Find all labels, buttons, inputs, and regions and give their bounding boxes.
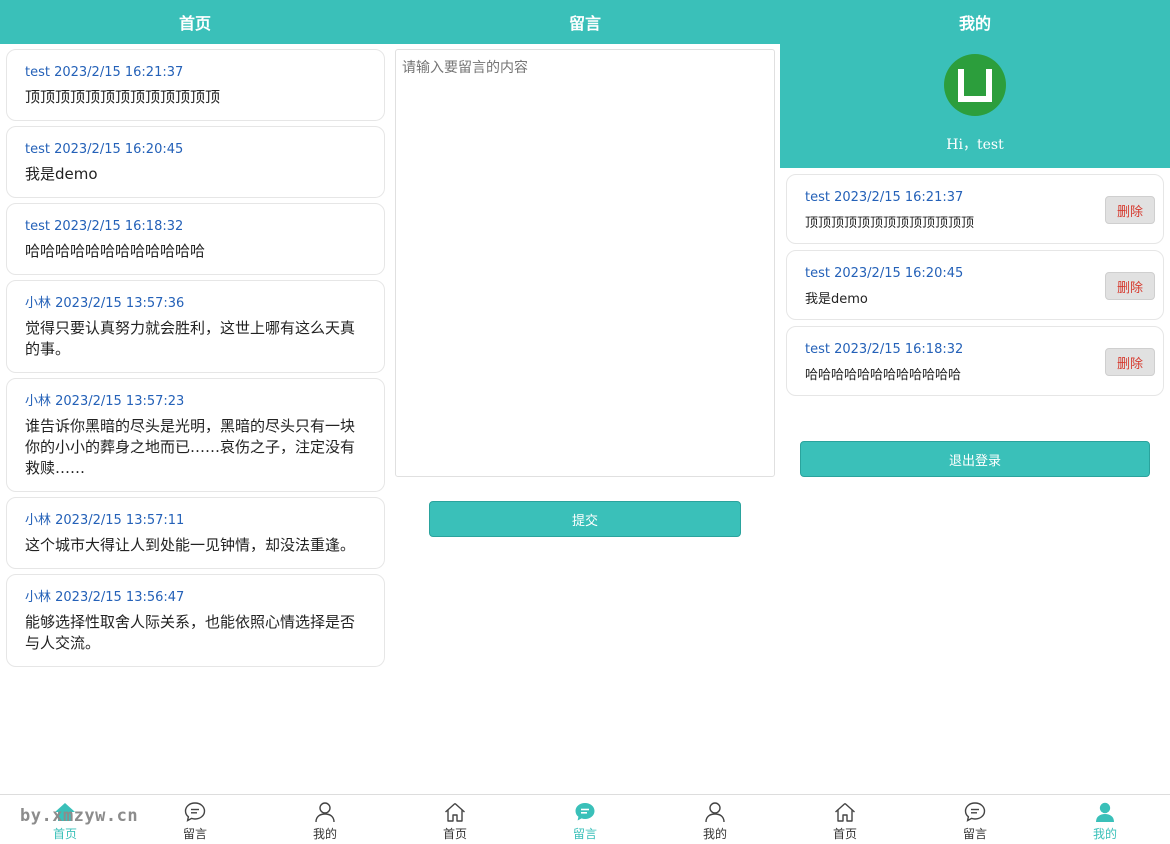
- message-screen: 留言 提交 首页 留言: [390, 0, 780, 844]
- post-list: test 2023/2/15 16:21:37 顶顶顶顶顶顶顶顶顶顶顶顶顶 te…: [0, 49, 390, 667]
- post-meta: test 2023/2/15 16:21:37: [805, 190, 964, 205]
- delete-button[interactable]: 删除: [1105, 272, 1155, 300]
- tab-label: 我的: [1092, 827, 1117, 841]
- post-content: 觉得只要认真努力就会胜利，这世上哪有这么天真的事。: [25, 319, 356, 358]
- post-content: 谁告诉你黑暗的尽头是光明，黑暗的尽头只有一块你的小小的葬身之地而已……哀伤之子，…: [25, 417, 356, 477]
- list-item[interactable]: 小林 2023/2/15 13:57:11 这个城市大得让人到处能一见钟情，却没…: [6, 497, 385, 569]
- list-item[interactable]: test 2023/2/15 16:21:37 顶顶顶顶顶顶顶顶顶顶顶顶顶: [6, 49, 385, 121]
- post-meta: test 2023/2/15 16:20:45: [805, 266, 964, 281]
- delete-button[interactable]: 删除: [1105, 196, 1155, 224]
- avatar: [944, 54, 1006, 116]
- post-content: 顶顶顶顶顶顶顶顶顶顶顶顶顶: [25, 88, 221, 106]
- home-icon: [835, 802, 855, 822]
- list-item[interactable]: test 2023/2/15 16:21:37 顶顶顶顶顶顶顶顶顶顶顶顶顶 删除: [786, 174, 1164, 244]
- home-icon: [445, 802, 465, 822]
- user-icon: [705, 802, 725, 823]
- list-item[interactable]: 小林 2023/2/15 13:57:36 觉得只要认真努力就会胜利，这世上哪有…: [6, 280, 385, 373]
- page-title: 我的: [780, 0, 1170, 44]
- post-content: 顶顶顶顶顶顶顶顶顶顶顶顶顶: [805, 216, 975, 231]
- user-icon: [315, 802, 335, 823]
- message-input[interactable]: [395, 49, 775, 477]
- post-meta: 小林 2023/2/15 13:57:36: [25, 296, 185, 311]
- post-meta: 小林 2023/2/15 13:57:11: [25, 513, 185, 528]
- post-content: 我是demo: [805, 292, 868, 307]
- tab-message[interactable]: 留言: [520, 795, 650, 844]
- post-content: 哈哈哈哈哈哈哈哈哈哈哈哈: [25, 242, 206, 260]
- list-item[interactable]: test 2023/2/15 16:20:45 我是demo: [6, 126, 385, 198]
- tab-mine[interactable]: 我的: [260, 795, 390, 844]
- message-icon: [964, 802, 986, 822]
- post-meta: test 2023/2/15 16:20:45: [25, 142, 184, 157]
- delete-button[interactable]: 删除: [1105, 348, 1155, 376]
- list-item[interactable]: 小林 2023/2/15 13:57:23 谁告诉你黑暗的尽头是光明，黑暗的尽头…: [6, 378, 385, 492]
- list-item[interactable]: test 2023/2/15 16:20:45 我是demo 删除: [786, 250, 1164, 320]
- tab-label: 留言: [572, 827, 597, 841]
- tab-bar: 首页 留言 我的: [780, 794, 1170, 844]
- greeting: Hi，test: [946, 137, 1004, 153]
- post-meta: 小林 2023/2/15 13:56:47: [25, 590, 185, 605]
- tab-message[interactable]: 留言: [130, 795, 260, 844]
- post-content: 哈哈哈哈哈哈哈哈哈哈哈哈: [805, 368, 962, 383]
- mine-screen: 我的 Hi，test test 2023/2/15 16:21:37 顶顶顶顶顶…: [780, 0, 1170, 844]
- tab-label: 首页: [442, 827, 467, 841]
- post-meta: test 2023/2/15 16:18:32: [805, 342, 964, 357]
- post-meta: test 2023/2/15 16:18:32: [25, 219, 184, 234]
- watermark: by.xmzyw.cn: [20, 806, 139, 826]
- user-icon: [1096, 802, 1114, 822]
- tab-home[interactable]: 首页: [780, 795, 910, 844]
- avatar-u-icon: [958, 69, 992, 102]
- page-title: 留言: [390, 0, 780, 44]
- tab-mine[interactable]: 我的: [650, 795, 780, 844]
- tab-label: 我的: [312, 827, 337, 841]
- tab-label: 首页: [52, 827, 77, 841]
- logout-button[interactable]: 退出登录: [800, 441, 1150, 477]
- tab-bar: 首页 留言 我的: [390, 794, 780, 844]
- submit-button[interactable]: 提交: [429, 501, 741, 537]
- tab-label: 首页: [832, 827, 857, 841]
- my-post-list: test 2023/2/15 16:21:37 顶顶顶顶顶顶顶顶顶顶顶顶顶 删除…: [780, 174, 1170, 396]
- profile-header: Hi，test: [780, 44, 1170, 168]
- message-icon: [575, 803, 595, 821]
- post-meta: test 2023/2/15 16:21:37: [25, 65, 184, 80]
- list-item[interactable]: test 2023/2/15 16:18:32 哈哈哈哈哈哈哈哈哈哈哈哈 删除: [786, 326, 1164, 396]
- post-content: 这个城市大得让人到处能一见钟情，却没法重逢。: [25, 536, 356, 554]
- home-screen: 首页 test 2023/2/15 16:21:37 顶顶顶顶顶顶顶顶顶顶顶顶顶…: [0, 0, 390, 844]
- post-meta: 小林 2023/2/15 13:57:23: [25, 394, 185, 409]
- tab-mine[interactable]: 我的: [1040, 795, 1170, 844]
- page-title: 首页: [0, 0, 390, 44]
- tab-label: 留言: [962, 827, 987, 841]
- tab-label: 我的: [702, 827, 727, 841]
- tab-home[interactable]: 首页: [390, 795, 520, 844]
- screens-container: 首页 test 2023/2/15 16:21:37 顶顶顶顶顶顶顶顶顶顶顶顶顶…: [0, 0, 1170, 844]
- message-icon: [184, 802, 206, 822]
- post-content: 我是demo: [25, 165, 98, 183]
- list-item[interactable]: test 2023/2/15 16:18:32 哈哈哈哈哈哈哈哈哈哈哈哈: [6, 203, 385, 275]
- tab-label: 留言: [182, 827, 207, 841]
- post-content: 能够选择性取舍人际关系，也能依照心情选择是否与人交流。: [25, 613, 356, 652]
- list-item[interactable]: 小林 2023/2/15 13:56:47 能够选择性取舍人际关系，也能依照心情…: [6, 574, 385, 667]
- tab-message[interactable]: 留言: [910, 795, 1040, 844]
